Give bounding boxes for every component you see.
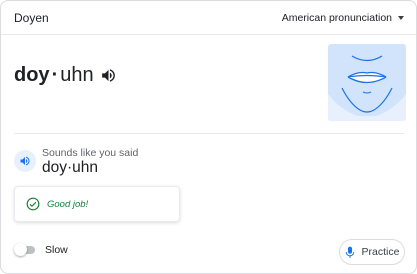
play-pronunciation-button[interactable] xyxy=(100,67,117,84)
speaker-icon xyxy=(101,69,115,82)
check-circle-icon xyxy=(26,197,40,211)
stressed-syllable: doy xyxy=(14,64,50,86)
play-your-recording-button[interactable] xyxy=(14,150,36,172)
syllable-separator: · xyxy=(51,64,59,86)
feedback-box: Good job! xyxy=(14,186,180,222)
pronunciation-card: Doyen American pronunciation doy · uhn S… xyxy=(0,0,417,274)
accent-label: American pronunciation xyxy=(281,11,392,24)
practice-label: Practice xyxy=(361,246,400,258)
slow-label: Slow xyxy=(45,243,68,256)
mouth-diagram xyxy=(328,55,406,121)
slow-toggle[interactable] xyxy=(14,243,35,256)
microphone-icon xyxy=(345,246,354,258)
mouth-illustration xyxy=(328,44,406,121)
practice-button[interactable]: Practice xyxy=(339,239,405,265)
you-said-caption: Sounds like you said xyxy=(42,147,139,159)
phonetic-spelling: doy · uhn xyxy=(14,64,117,87)
section-divider xyxy=(14,133,404,134)
speaker-icon xyxy=(20,156,30,166)
slow-toggle-row: Slow xyxy=(14,243,68,256)
feedback-message: Good job! xyxy=(47,198,89,210)
card-header: Doyen American pronunciation xyxy=(1,1,416,35)
you-said-section: Sounds like you said doy·uhn xyxy=(14,146,314,181)
unstressed-syllable: uhn xyxy=(60,64,94,86)
pronunciation-accent-dropdown[interactable]: American pronunciation xyxy=(282,12,404,24)
you-said-word: doy·uhn xyxy=(42,159,99,176)
toggle-knob xyxy=(14,243,27,256)
dropdown-caret-icon xyxy=(398,15,404,20)
word-title: Doyen xyxy=(14,10,49,25)
